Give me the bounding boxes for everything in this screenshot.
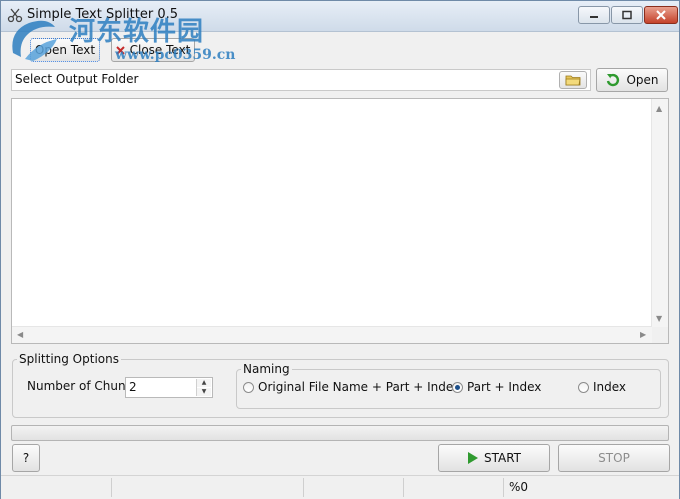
close-icon (656, 10, 666, 20)
start-button[interactable]: START (438, 444, 550, 472)
open-text-button[interactable]: Open Text (30, 38, 100, 62)
status-bar: %0 (1, 475, 679, 499)
scroll-left-icon[interactable]: ◀ (17, 331, 23, 339)
close-x-icon (115, 45, 125, 55)
splitting-options-label: Splitting Options (17, 352, 121, 366)
status-divider (403, 478, 404, 497)
help-label: ? (22, 451, 30, 465)
spin-buttons: ▲ ▼ (196, 379, 211, 396)
status-divider (111, 478, 112, 497)
browse-folder-button[interactable] (559, 71, 587, 89)
stop-label: STOP (598, 451, 630, 465)
open-folder-label: Open (626, 73, 659, 87)
close-window-button[interactable] (644, 6, 678, 24)
app-window: Simple Text Splitter 0.5 Open Text Close… (0, 0, 680, 499)
output-folder-field[interactable]: Select Output Folder (11, 69, 591, 91)
chunks-spinbox[interactable]: 2 ▲ ▼ (125, 377, 213, 398)
scroll-corner (652, 327, 668, 343)
spin-down-icon[interactable]: ▼ (197, 388, 211, 396)
naming-label: Naming (241, 362, 292, 376)
start-label: START (483, 451, 522, 465)
horizontal-scrollbar[interactable]: ◀ ▶ (12, 326, 652, 343)
folder-icon (565, 75, 581, 86)
close-text-button[interactable]: Close Text (111, 38, 195, 62)
chunks-value: 2 (129, 380, 137, 394)
open-folder-button[interactable]: Open (596, 68, 668, 92)
help-button[interactable]: ? (12, 444, 40, 472)
play-icon (467, 452, 478, 464)
naming-option-label: Part + Index (467, 380, 542, 394)
close-text-label: Close Text (129, 43, 191, 57)
radio-icon (578, 381, 589, 393)
naming-option-original-part-index[interactable]: Original File Name + Part + Index (243, 380, 460, 394)
maximize-icon (622, 10, 632, 20)
output-folder-value: Select Output Folder (15, 72, 139, 86)
vertical-scrollbar[interactable]: ▲ ▼ (651, 99, 668, 328)
scroll-right-icon[interactable]: ▶ (640, 331, 646, 339)
spin-up-icon[interactable]: ▲ (197, 379, 211, 387)
stop-button[interactable]: STOP (558, 444, 670, 472)
open-text-label: Open Text (34, 43, 96, 57)
naming-option-part-index[interactable]: Part + Index (452, 380, 541, 394)
naming-option-index[interactable]: Index (578, 380, 626, 394)
progress-percent: %0 (509, 480, 529, 494)
radio-icon (243, 381, 254, 393)
window-title: Simple Text Splitter 0.5 (27, 7, 179, 22)
maximize-button[interactable] (611, 6, 643, 24)
minimize-button[interactable] (578, 6, 610, 24)
minimize-icon (590, 16, 598, 18)
text-content-area[interactable]: ▲ ▼ ◀ ▶ (11, 98, 669, 344)
scroll-up-icon[interactable]: ▲ (656, 105, 662, 113)
status-divider (303, 478, 304, 497)
radio-selected-icon (452, 381, 463, 393)
progress-bar (11, 425, 669, 441)
scissors-icon (7, 8, 23, 23)
refresh-arrow-icon (607, 73, 620, 87)
status-divider (503, 478, 504, 497)
scroll-down-icon[interactable]: ▼ (656, 315, 662, 323)
naming-option-label: Index (593, 380, 627, 394)
title-bar[interactable]: Simple Text Splitter 0.5 (1, 1, 679, 32)
naming-option-label: Original File Name + Part + Index (258, 380, 461, 394)
